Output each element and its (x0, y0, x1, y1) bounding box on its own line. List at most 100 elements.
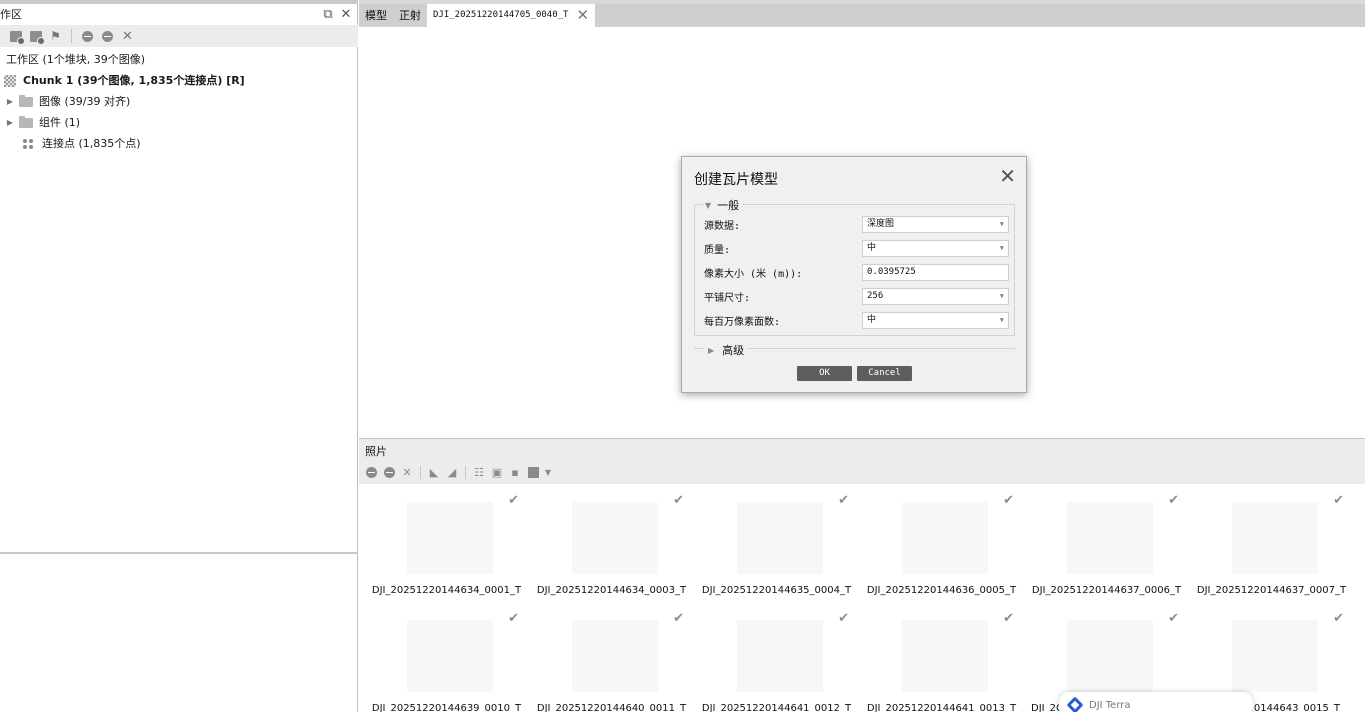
pixel-size-row: 像素大小 (米 (m)): 0.0395725 (704, 263, 1009, 281)
dji-terra-toast[interactable]: DJI Terra (1059, 692, 1253, 712)
face-count-row: 每百万像素面数: 中 ▼ (704, 311, 1009, 329)
quality-select[interactable]: 中 ▼ (862, 239, 1009, 257)
advanced-group: ▶ 高级 (694, 342, 1015, 358)
remove-icon[interactable]: ✕ (120, 29, 135, 44)
photo-image (737, 502, 823, 574)
close-icon[interactable]: ✕ (999, 166, 1016, 186)
mask-icon[interactable]: ▣ (490, 465, 504, 479)
rotate-left-icon[interactable]: ◢ (445, 465, 459, 479)
check-icon: ✔ (1168, 493, 1179, 508)
advanced-group-toggle[interactable]: ▶ 高级 (704, 342, 749, 358)
photos-header: 照片 ✕ ◣ ◢ ☷ ▣ ▪ ▼ (359, 439, 1365, 484)
photo-grid: ✔ DJI_20251220144634_0001_T ✔ DJI_202512… (359, 485, 1365, 712)
photo-thumbnail[interactable]: ✔ DJI_20251220144635_0004_T (694, 485, 859, 605)
photo-caption: DJI_20251220144641_0013_T (866, 703, 1017, 712)
source-data-label: 源数据: (704, 220, 741, 232)
workspace-panel-title: 作区 (0, 8, 22, 21)
enable-icon[interactable] (80, 29, 95, 44)
photo-thumbnail[interactable]: ✔ DJI_20251220144640_0011_T (529, 603, 694, 712)
check-icon: ✔ (673, 611, 684, 626)
photo-thumbnail[interactable]: ✔ DJI_20251220144637_0006_T (1024, 485, 1189, 605)
photos-panel-title: 照片 (365, 445, 387, 458)
panel-splitter[interactable] (0, 552, 358, 554)
remove-icon[interactable]: ✕ (400, 465, 414, 479)
source-data-row: 源数据: 深度图 ▼ (704, 215, 1009, 233)
tab-photo[interactable]: DJI_20251220144705_0040_T ✕ (427, 4, 596, 27)
photo-thumbnail[interactable]: ✔ DJI_20251220144634_0001_T (364, 485, 529, 605)
filter-icon[interactable]: ☷ (472, 465, 486, 479)
top-strip (0, 0, 358, 4)
workspace-tree: 工作区 (1个堆块, 39个图像) Chunk 1 (39个图像, 1,835个… (0, 49, 358, 154)
tree-item-components[interactable]: ▶ 组件 (1) (0, 112, 358, 133)
tab-photo-label: DJI_20251220144705_0040_T (433, 10, 569, 20)
workspace-root[interactable]: 工作区 (1个堆块, 39个图像) (0, 49, 358, 70)
photo-thumbnail[interactable]: ✔ DJI_20251220144637_0007_T (1189, 485, 1354, 605)
photo-thumbnail[interactable]: ✔ DJI_20251220144641_0013_T (859, 603, 1024, 712)
photo-thumbnail[interactable]: ✔ DJI_20251220144636_0005_T (859, 485, 1024, 605)
advanced-group-label: 高级 (722, 344, 745, 357)
photo-thumbnail[interactable]: ✔ DJI_20251220144639_0010_T (364, 603, 529, 712)
toast-text: DJI Terra (1089, 699, 1131, 711)
tab-model[interactable]: 模型 (359, 4, 393, 27)
tile-size-row: 平铺尺寸: 256 ▼ (704, 287, 1009, 305)
pixel-size-value: 0.0395725 (867, 266, 916, 277)
general-group-toggle[interactable]: ▼ 一般 (703, 197, 744, 213)
view-tabbar: 模型 正射 DJI_20251220144705_0040_T ✕ (359, 4, 1365, 27)
toolbar-separator (420, 465, 421, 479)
expand-arrow-icon: ▶ (708, 345, 715, 355)
face-count-select[interactable]: 中 ▼ (862, 311, 1009, 329)
ok-button[interactable]: OK (797, 366, 852, 381)
disable-icon[interactable] (100, 29, 115, 44)
photo-image (407, 620, 493, 692)
check-icon: ✔ (838, 493, 849, 508)
disable-icon[interactable] (382, 465, 396, 479)
check-icon: ✔ (1003, 611, 1014, 626)
photo-caption: DJI_20251220144640_0011_T (536, 703, 687, 712)
photo-caption: DJI_20251220144636_0005_T (866, 585, 1017, 596)
photo-image (902, 620, 988, 692)
grid-view-icon[interactable] (526, 465, 540, 479)
photos-toolbar: ✕ ◣ ◢ ☷ ▣ ▪ ▼ (364, 463, 552, 481)
build-tiled-model-dialog: 创建瓦片模型 ✕ ▼ 一般 源数据: 深度图 ▼ 质量: 中 ▼ 像素大小 (米… (681, 156, 1027, 393)
photo-image (572, 620, 658, 692)
face-count-value: 中 (867, 314, 877, 325)
chunk-item[interactable]: Chunk 1 (39个图像, 1,835个连接点) [R] (0, 70, 358, 91)
photos-panel: 照片 ✕ ◣ ◢ ☷ ▣ ▪ ▼ ✔ DJI_20251220144634_00… (359, 438, 1365, 712)
photo-image (1232, 502, 1318, 574)
check-icon: ✔ (508, 611, 519, 626)
chevron-down-icon: ▼ (999, 243, 1004, 252)
expand-arrow-icon[interactable]: ▶ (5, 112, 15, 133)
tab-close-icon[interactable]: ✕ (576, 4, 589, 27)
tree-item-images[interactable]: ▶ 图像 (39/39 对齐) (0, 91, 358, 112)
tree-item-tie-points[interactable]: 连接点 (1,835个点) (0, 133, 358, 154)
tree-item-label: 组件 (1) (39, 116, 81, 129)
photo-image (737, 620, 823, 692)
add-chunk-icon[interactable] (8, 29, 25, 45)
pixel-size-input[interactable]: 0.0395725 (862, 263, 1009, 281)
workspace-panel: 作区 ⧉ ✕ ⚑ ✕ 工作区 (1个堆块, 39个图像) Chunk 1 (39… (0, 0, 358, 712)
photo-thumbnail[interactable]: ✔ DJI_20251220144634_0003_T (529, 485, 694, 605)
restore-icon[interactable]: ⧉ (321, 8, 335, 22)
photo-thumbnail[interactable]: ✔ DJI_20251220144641_0012_T (694, 603, 859, 712)
tab-ortho[interactable]: 正射 (393, 4, 427, 27)
workspace-toolbar: ⚑ ✕ (0, 25, 358, 47)
tile-size-label: 平铺尺寸: (704, 292, 751, 304)
chevron-down-icon[interactable]: ▼ (544, 465, 552, 479)
tile-size-select[interactable]: 256 ▼ (862, 287, 1009, 305)
general-group-label: 一般 (717, 199, 740, 212)
add-photos-icon[interactable] (28, 29, 45, 45)
add-marker-icon[interactable]: ⚑ (48, 29, 63, 44)
enable-icon[interactable] (364, 465, 378, 479)
expand-arrow-icon[interactable]: ▶ (5, 91, 15, 112)
close-icon[interactable]: ✕ (339, 8, 353, 22)
tree-item-label: 连接点 (1,835个点) (42, 137, 141, 150)
workspace-summary: 工作区 (1个堆块, 39个图像) (6, 53, 146, 66)
check-icon: ✔ (508, 493, 519, 508)
photo-caption: DJI_20251220144637_0007_T (1196, 585, 1347, 596)
check-icon: ✔ (1333, 493, 1344, 508)
check-icon: ✔ (838, 611, 849, 626)
cancel-button[interactable]: Cancel (857, 366, 912, 381)
rotate-right-icon[interactable]: ◣ (427, 465, 441, 479)
small-thumbnail-icon[interactable]: ▪ (508, 465, 522, 479)
source-data-select[interactable]: 深度图 ▼ (862, 215, 1009, 233)
